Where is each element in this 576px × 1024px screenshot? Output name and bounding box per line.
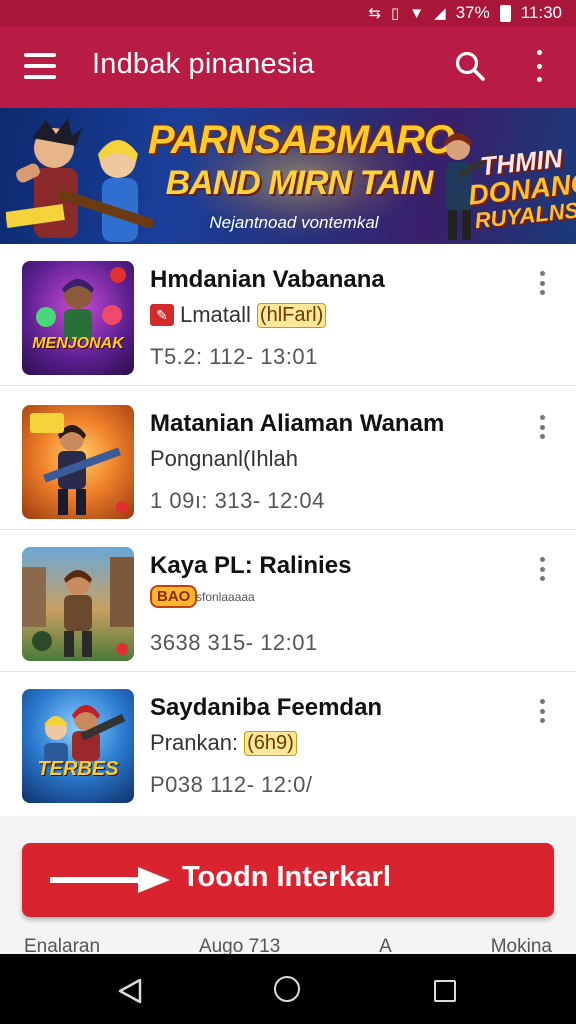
list-item[interactable]: TERBES Saydaniba Feemdan Prankan: (6h9) …: [0, 672, 576, 814]
item-timestamp: 3638 315- 12:01: [150, 630, 318, 655]
item-title: Kaya PL: Ralinies: [150, 552, 352, 579]
bottom-panel: Toodn Interkarl Enalaran Augo 713 A Moki…: [0, 816, 576, 957]
item-more-icon[interactable]: [538, 699, 546, 723]
list-item[interactable]: Matanian Aliaman Wanam Pongnanl(Ihlah 1 …: [0, 388, 576, 530]
clock: 11:30: [520, 3, 562, 22]
promo-banner[interactable]: PARNSABMARO BAND MIRN TAIN Nejantnoad vo…: [0, 108, 576, 244]
item-subtitle: Pongnanl(Ihlah: [150, 446, 299, 471]
thumbnail-art: [44, 705, 126, 767]
game-thumbnail: MENJONAK: [22, 261, 134, 375]
battery-percent: 37%: [455, 3, 490, 22]
game-thumbnail: [22, 405, 134, 519]
game-thumbnail: TERBES: [22, 689, 134, 803]
thumbnail-art: [36, 267, 126, 341]
home-icon[interactable]: [274, 976, 300, 1002]
wifi-icon: ▼: [409, 4, 425, 22]
data-saver-icon: ⇆: [368, 5, 382, 22]
tag-icon: ✎: [150, 304, 174, 326]
item-more-icon[interactable]: [538, 557, 546, 581]
menu-icon[interactable]: [24, 53, 56, 79]
sd-card-icon: ▯: [391, 5, 400, 22]
back-icon[interactable]: [118, 978, 142, 1004]
app-title: Indbak pinanesia: [92, 48, 315, 80]
hero-characters-image: [6, 118, 155, 242]
download-button[interactable]: Toodn Interkarl: [22, 843, 554, 917]
app-screen: ⇆ ▯ ▼ ◢ 37% 11:30 Indbak pinanesia PARNS…: [0, 0, 576, 1024]
game-list: MENJONAK Hmdanian Vabanana ✎ Lmatall (hl…: [0, 244, 576, 816]
banner-title: PARNSABMARO: [148, 118, 455, 162]
thumbnail-caption: TERBES: [37, 758, 119, 780]
item-subtitle: Prankan: (6h9): [150, 730, 297, 756]
arrow-right-icon: [50, 867, 170, 893]
more-vert-icon[interactable]: [532, 50, 546, 82]
signal-icon: ◢: [434, 5, 446, 22]
item-badge: BAO: [150, 585, 198, 608]
system-nav-bar: [0, 954, 576, 1024]
subtitle-highlight: (hlFarl): [256, 302, 327, 328]
item-title: Matanian Aliaman Wanam: [150, 410, 445, 437]
peek-right[interactable]: Mokina: [491, 936, 552, 957]
status-bar: ⇆ ▯ ▼ ◢ 37% 11:30: [0, 0, 576, 26]
thumbnail-art: [22, 557, 134, 657]
banner-tagline: Nejantnoad vontemkal: [209, 213, 379, 232]
item-timestamp: T5.2: 112- 13:01: [150, 344, 318, 369]
battery-icon: [499, 4, 511, 22]
peek-middle2[interactable]: A: [379, 936, 392, 957]
item-more-icon[interactable]: [538, 415, 546, 439]
banner-subtitle: BAND MIRN TAIN: [165, 164, 434, 202]
thumbnail-art: [30, 413, 128, 515]
item-subtitle: ✎ Lmatall (hlFarl): [150, 302, 327, 328]
game-thumbnail: [22, 547, 134, 661]
item-timestamp: P038 112- 12:0/: [150, 772, 313, 797]
app-bar: Indbak pinanesia: [0, 26, 576, 108]
item-title: Hmdanian Vabanana: [150, 266, 385, 293]
peek-left[interactable]: Enalaran: [24, 936, 100, 957]
item-title: Saydaniba Feemdan: [150, 694, 383, 721]
download-button-label: Toodn Interkarl: [182, 861, 391, 893]
list-item[interactable]: Kaya PL: Ralinies BAO sfonlaaaaa 3638 31…: [0, 530, 576, 672]
item-more-icon[interactable]: [538, 271, 546, 295]
item-tiny-text: sfonlaaaaa: [196, 590, 255, 604]
item-timestamp: 1 09ı: 313- 12:04: [150, 488, 325, 513]
recents-icon[interactable]: [434, 980, 456, 1002]
thumbnail-caption: MENJONAK: [32, 335, 124, 352]
bottom-tabs-peek: Enalaran Augo 713 A Mokina: [0, 936, 576, 957]
peek-middle[interactable]: Augo 713: [199, 936, 280, 957]
list-item[interactable]: MENJONAK Hmdanian Vabanana ✎ Lmatall (hl…: [0, 244, 576, 386]
search-icon[interactable]: [454, 50, 486, 82]
banner-side-text: THMIN DONANO RUYALNS: [466, 142, 576, 234]
subtitle-highlight: (6h9): [244, 730, 297, 756]
